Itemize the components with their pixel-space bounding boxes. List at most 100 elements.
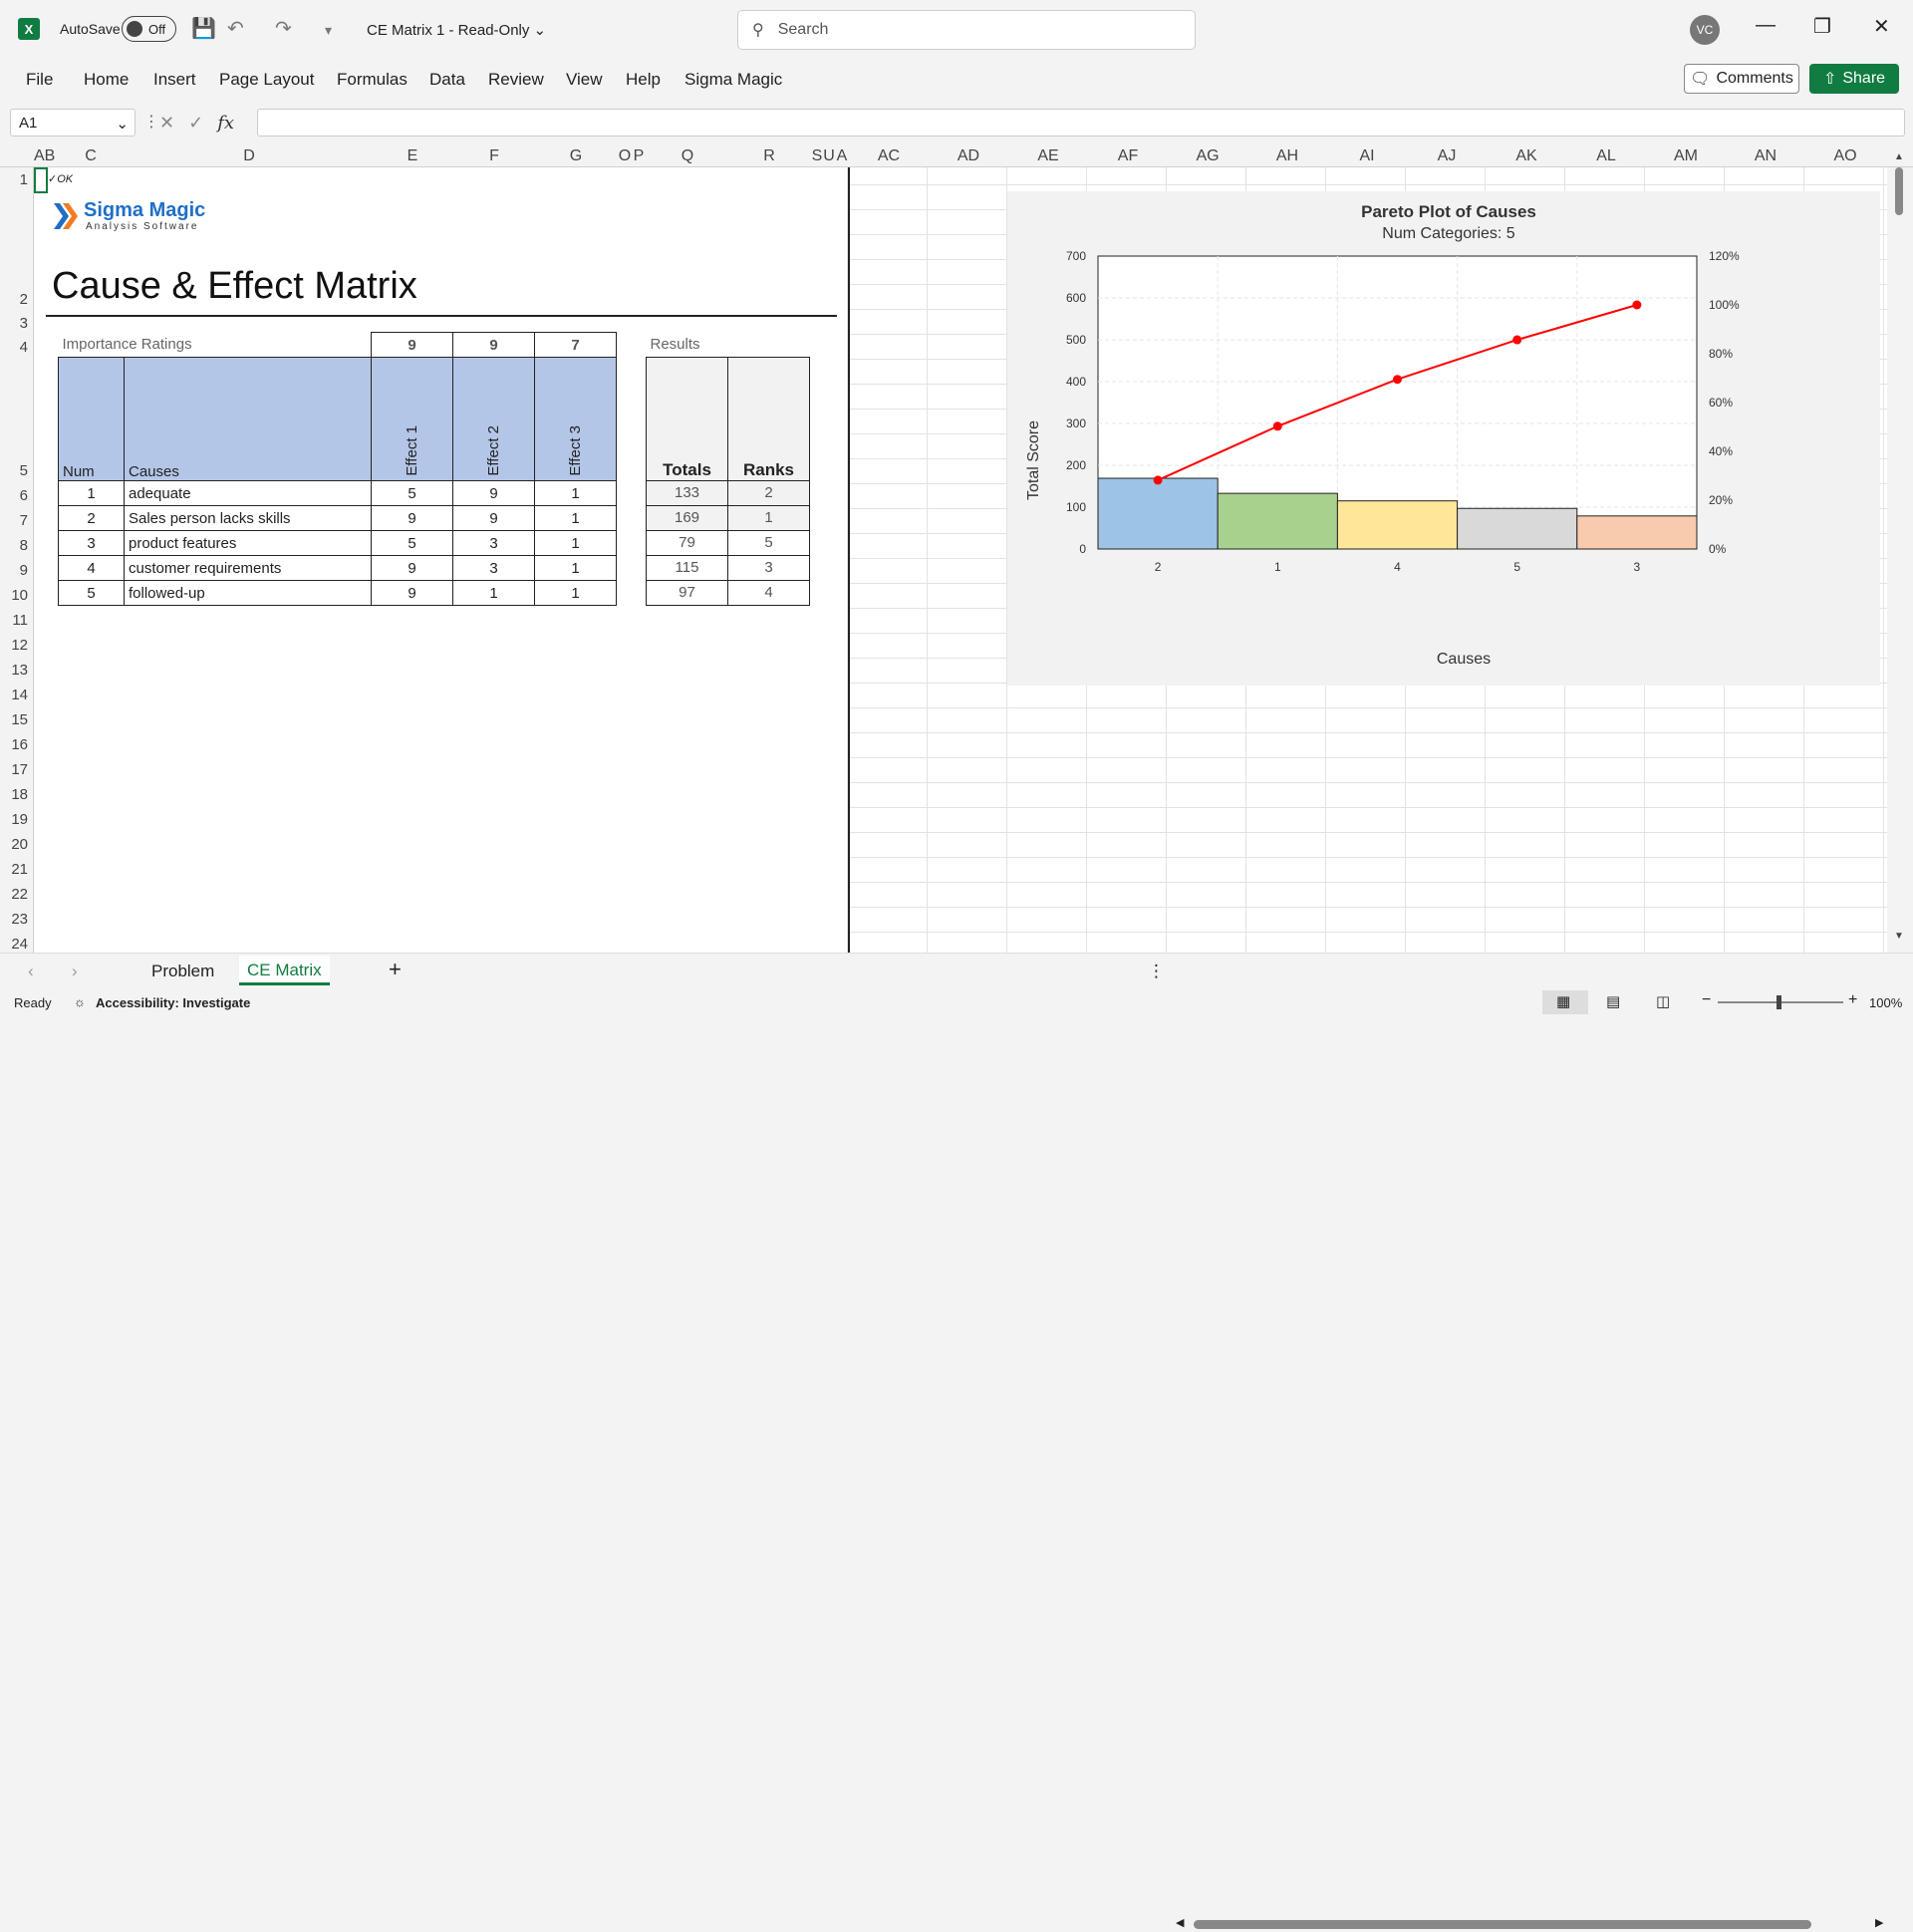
row-header[interactable]: 19 [0,811,32,828]
pareto-chart[interactable]: Pareto Plot of Causes Num Categories: 5 … [1007,191,1880,686]
rank-cell[interactable]: 5 [727,529,810,556]
col-header[interactable]: E [403,147,422,165]
confirm-icon[interactable]: ✓ [188,113,203,134]
total-cell[interactable]: 115 [646,554,728,581]
menu-review[interactable]: Review [488,70,544,90]
active-cell[interactable] [34,167,48,193]
comments-button[interactable]: 🗨 Comments [1684,64,1799,94]
score-cell[interactable]: 9 [452,505,535,531]
name-box[interactable]: A1 ⌄ [10,109,136,137]
score-cell[interactable]: 3 [452,530,535,556]
col-header[interactable]: AM [1666,147,1706,165]
customize-toolbar-icon[interactable]: ▾ [325,22,332,39]
rank-cell[interactable]: 4 [727,579,810,606]
score-cell[interactable]: 1 [534,580,617,606]
row-header[interactable]: 10 [0,587,32,604]
horizontal-scrollbar[interactable]: ◀ ▶ [1176,1916,1883,1932]
document-title[interactable]: CE Matrix 1 - Read-Only ⌄ [367,21,546,39]
total-cell[interactable]: 79 [646,529,728,556]
col-header[interactable]: AG [1188,147,1228,165]
minimize-icon[interactable]: — [1756,14,1776,37]
menu-view[interactable]: View [566,70,603,90]
score-cell[interactable]: 1 [534,480,617,506]
row-header[interactable]: 11 [0,612,32,629]
row-header[interactable]: 12 [0,637,32,654]
num-cell[interactable]: 2 [58,505,125,531]
more-options-icon[interactable]: ⋮ [1148,962,1165,981]
col-header[interactable]: Q [678,147,697,165]
score-cell[interactable]: 1 [534,555,617,581]
cancel-icon[interactable]: ✕ [159,113,174,134]
row-header[interactable]: 13 [0,662,32,679]
col-header[interactable]: AE [1028,147,1068,165]
restore-icon[interactable]: ❐ [1813,14,1831,39]
score-cell[interactable]: 9 [371,505,453,531]
row-header[interactable]: 15 [0,711,32,728]
scroll-thumb[interactable] [1194,1920,1811,1929]
num-cell[interactable]: 1 [58,480,125,506]
row-header[interactable]: 8 [0,537,32,554]
menu-page-layout[interactable]: Page Layout [219,70,314,90]
rating-cell[interactable]: 9 [371,332,453,358]
num-cell[interactable]: 4 [58,555,125,581]
row-header[interactable]: 2 [0,291,32,308]
page-break-view-icon[interactable]: ◫ [1656,992,1670,1010]
score-cell[interactable]: 1 [452,580,535,606]
col-header[interactable]: AJ [1427,147,1467,165]
col-header[interactable]: A [835,147,849,165]
score-cell[interactable]: 1 [534,505,617,531]
cause-cell[interactable]: customer requirements [124,555,372,581]
total-cell[interactable]: 169 [646,504,728,531]
row-header[interactable]: 21 [0,861,32,878]
score-cell[interactable]: 9 [371,555,453,581]
row-header[interactable]: 6 [0,487,32,504]
row-header[interactable]: 5 [0,462,32,479]
col-header[interactable]: AN [1746,147,1785,165]
col-header[interactable]: AD [949,147,988,165]
row-header[interactable]: 16 [0,736,32,753]
rating-cell[interactable]: 7 [534,332,617,358]
rating-cell[interactable]: 9 [452,332,535,358]
scroll-right-icon[interactable]: ▶ [1875,1916,1883,1929]
close-icon[interactable]: ✕ [1873,14,1890,39]
total-cell[interactable]: 133 [646,479,728,506]
score-cell[interactable]: 5 [371,480,453,506]
rank-cell[interactable]: 2 [727,479,810,506]
total-cell[interactable]: 97 [646,579,728,606]
more-options-icon[interactable]: ⋮ [143,112,159,132]
tab-problem[interactable]: Problem [151,962,214,981]
vertical-scrollbar[interactable]: ▲ ▼ [1891,151,1907,945]
col-header[interactable]: F [484,147,504,165]
col-header[interactable]: C [80,147,102,165]
row-header[interactable]: 14 [0,687,32,703]
share-button[interactable]: ⇧ Share [1809,64,1899,94]
menu-file[interactable]: File [26,70,53,90]
col-header[interactable]: P [632,147,646,165]
col-header[interactable]: AC [869,147,909,165]
add-sheet-icon[interactable]: + [389,957,402,982]
undo-icon[interactable]: ↶ [227,16,244,41]
autosave-toggle[interactable]: Off [122,16,176,42]
col-header[interactable]: AI [1347,147,1387,165]
function-icon[interactable]: fx [217,113,234,134]
page-layout-view-icon[interactable]: ▤ [1606,992,1620,1010]
col-header[interactable]: U [823,147,835,165]
row-header[interactable]: 23 [0,911,32,928]
col-header[interactable]: G [566,147,586,165]
row-header[interactable]: 20 [0,836,32,853]
col-header[interactable]: A [34,147,45,165]
col-header[interactable]: R [759,147,779,165]
scroll-thumb[interactable] [1895,167,1903,215]
scroll-left-icon[interactable]: ◀ [1176,1916,1184,1929]
rank-cell[interactable]: 1 [727,504,810,531]
menu-data[interactable]: Data [429,70,465,90]
row-header[interactable]: 3 [0,315,32,332]
cause-cell[interactable]: adequate [124,480,372,506]
num-cell[interactable]: 5 [58,580,125,606]
avatar[interactable]: VC [1690,15,1720,45]
col-header[interactable]: AL [1586,147,1626,165]
score-cell[interactable]: 5 [371,530,453,556]
score-cell[interactable]: 3 [452,555,535,581]
menu-help[interactable]: Help [626,70,661,90]
col-header[interactable]: O [618,147,632,165]
